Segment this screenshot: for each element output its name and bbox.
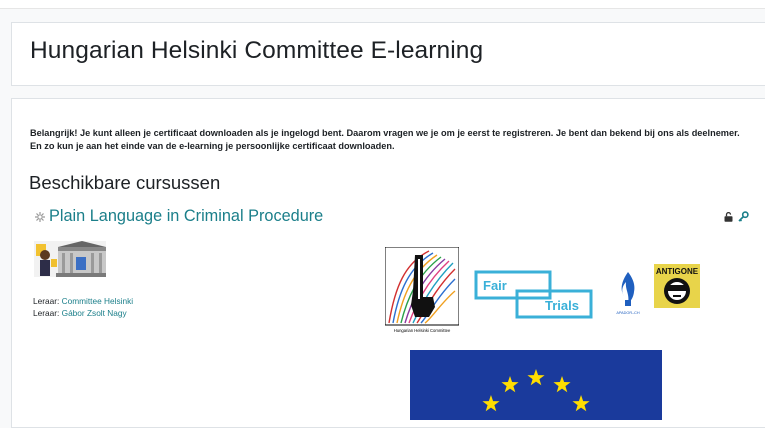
teacher-link[interactable]: Gábor Zsolt Nagy: [62, 308, 127, 318]
available-courses-heading: Beschikbare cursussen: [29, 172, 221, 193]
fair-trials-fair-text: Fair: [483, 278, 507, 293]
course-teachers: Leraar: Committee Helsinki Leraar: Gábor…: [33, 295, 133, 319]
teacher-row: Leraar: Gábor Zsolt Nagy: [33, 307, 133, 319]
fair-trials-logo: Fair Trials: [473, 269, 595, 321]
key-icon: [738, 209, 749, 227]
teacher-link[interactable]: Committee Helsinki: [62, 296, 133, 306]
page-title: Hungarian Helsinki Committee E-learning: [30, 37, 484, 64]
page-header: Hungarian Helsinki Committee E-learning: [11, 22, 765, 86]
eu-flag-logo: [410, 350, 662, 428]
antigone-text: ANTIGONE: [656, 267, 699, 276]
hhc-logo-caption: Hungarian Helsinki Committee: [394, 328, 451, 333]
main-content: Belangrijk! Je kunt alleen je certificaa…: [11, 98, 765, 428]
teacher-row: Leraar: Committee Helsinki: [33, 295, 133, 307]
top-navbar: [0, 0, 765, 9]
teacher-role-label: Leraar:: [33, 296, 60, 306]
hungarian-helsinki-committee-logo: Hungarian Helsinki Committee: [384, 246, 460, 335]
apador-ch-logo: APADOR–CH: [612, 270, 644, 318]
course-thumbnail[interactable]: [34, 241, 106, 277]
course-enrolment-icons: [724, 209, 749, 227]
lock-open-icon: [724, 209, 733, 227]
course-icon: [34, 210, 46, 222]
registration-notice: Belangrijk! Je kunt alleen je certificaa…: [30, 128, 740, 151]
teacher-role-label: Leraar:: [33, 308, 60, 318]
course-link[interactable]: Plain Language in Criminal Procedure: [49, 207, 323, 226]
antigone-logo: ANTIGONE: [654, 264, 700, 308]
course-title-row: Plain Language in Criminal Procedure: [34, 207, 323, 226]
apador-caption: APADOR–CH: [616, 311, 640, 315]
fair-trials-trials-text: Trials: [545, 298, 579, 313]
